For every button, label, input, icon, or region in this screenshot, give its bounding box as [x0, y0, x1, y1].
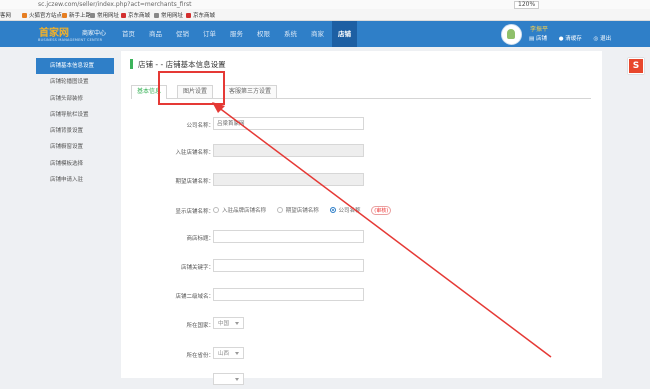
annotation-arrow-line: [213, 103, 552, 358]
annotation-overlay: [158, 71, 552, 358]
chevron-down-icon: [235, 378, 239, 381]
highlight-box: [158, 71, 225, 105]
